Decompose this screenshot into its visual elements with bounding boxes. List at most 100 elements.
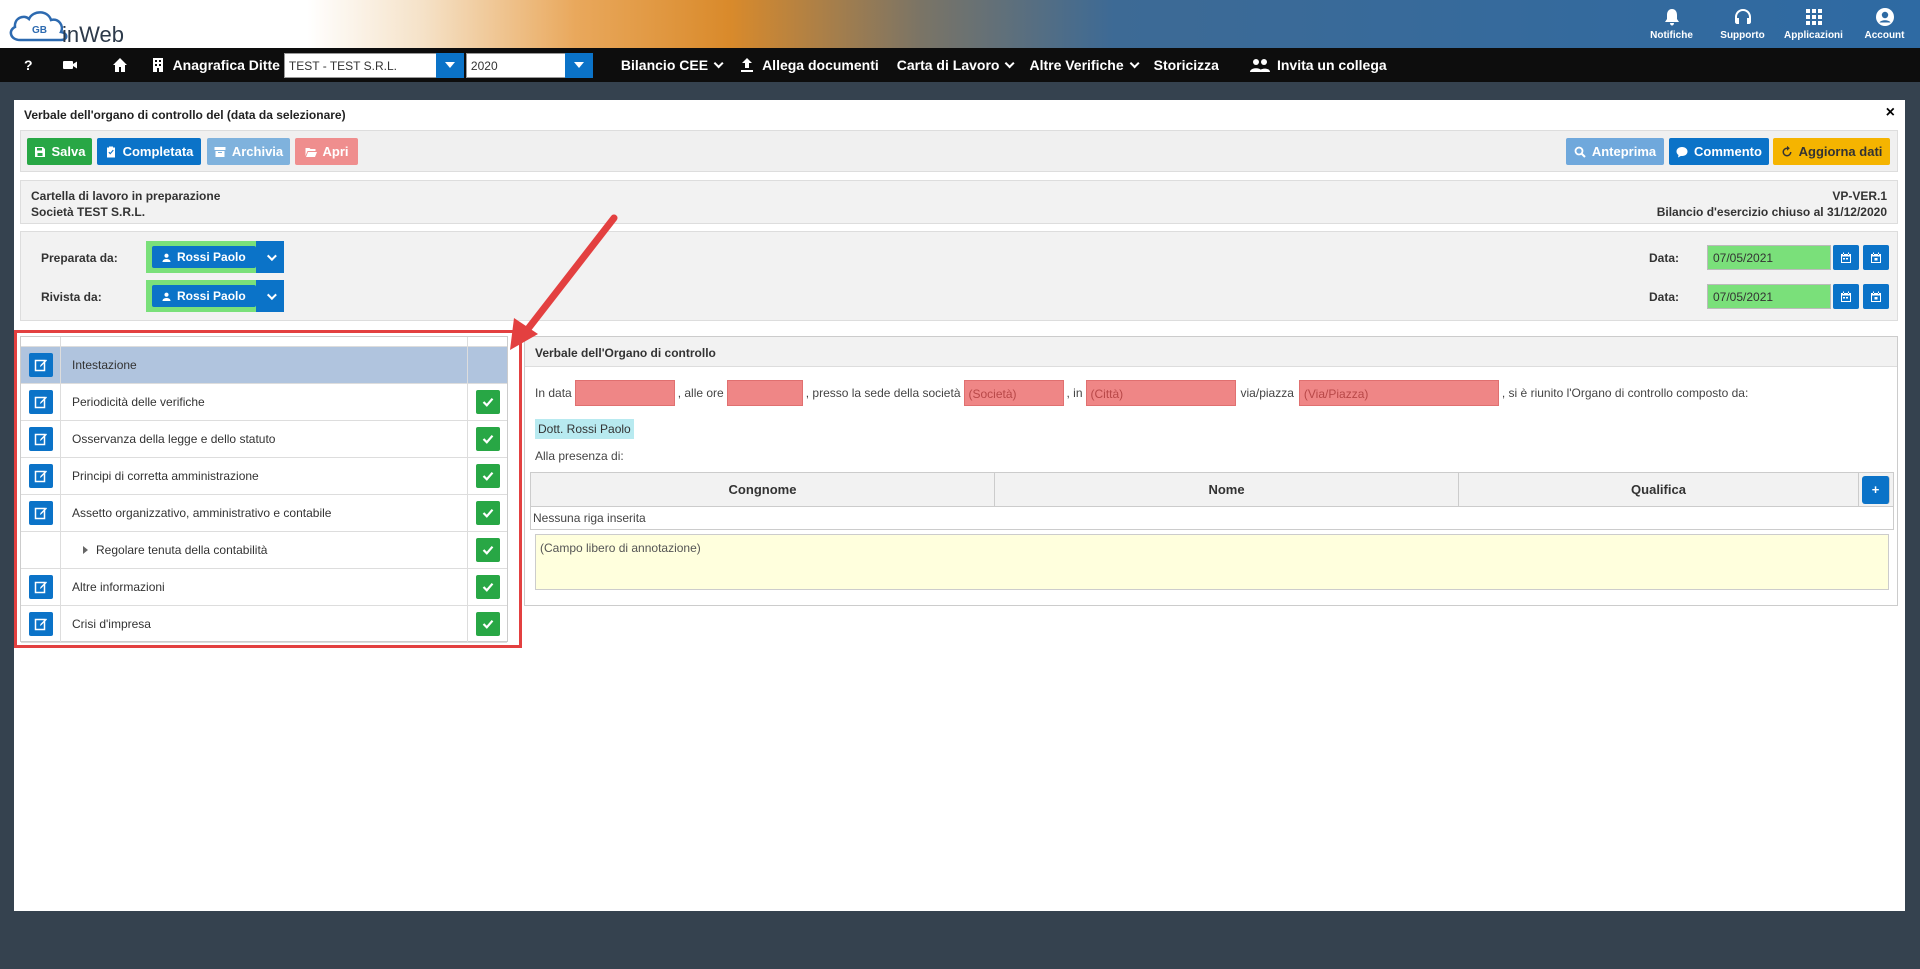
data-preparata-input[interactable]: 07/05/2021 [1707,245,1831,270]
section-row[interactable]: Intestazione [21,347,507,384]
carta-di-lavoro-menu[interactable]: Carta di Lavoro [896,57,1016,73]
allega-documenti-menu[interactable]: Allega documenti [738,56,879,74]
section-row[interactable]: Principi di corretta amministrazione [21,458,507,495]
company-select-toggle[interactable] [435,52,464,78]
user-icon [162,253,171,262]
save-icon [34,146,45,157]
altre-verifiche-menu[interactable]: Altre Verifiche [1029,57,1140,73]
anteprima-button[interactable]: Anteprima [1566,138,1664,165]
rivista-chip: Rossi Paolo [152,285,256,307]
account-button[interactable]: Account [1849,0,1920,48]
help-button[interactable]: ? [24,57,33,73]
societa-field[interactable]: (Società) [963,380,1064,406]
chevron-down-icon [1005,57,1016,68]
cartella-status: Cartella di lavoro in preparazione [31,189,221,203]
supporto-label: Supporto [1720,30,1765,41]
salva-button[interactable]: Salva [27,138,92,165]
calendar-button[interactable] [1833,284,1859,309]
grid-icon [1805,9,1822,25]
applicazioni-label: Applicazioni [1784,30,1843,41]
chevron-down-icon [1129,57,1140,68]
via-text: via/piazza [1240,386,1294,400]
empty-row-message: Nessuna riga inserita [533,511,646,525]
user-circle-icon [1875,8,1894,26]
citta-field[interactable]: (Città) [1085,380,1236,406]
calendar-today-button[interactable] [1863,284,1889,309]
storicizza-menu[interactable]: Storicizza [1154,57,1219,73]
logo[interactable]: GB inWeb [4,4,144,47]
notes-field[interactable]: (Campo libero di annotazione) [535,534,1889,590]
rivista-select[interactable]: Rossi Paolo [146,280,284,312]
caret-right-icon[interactable] [83,546,88,554]
rivista-label: Rivista da: [41,290,102,304]
rivista-toggle[interactable] [256,280,284,312]
supporto-button[interactable]: Supporto [1707,0,1778,48]
col-qualifica: Qualifica [1459,473,1859,506]
via-field[interactable]: (Via/Piazza) [1298,380,1499,406]
video-button[interactable] [61,56,85,74]
aggiorna-dati-button[interactable]: Aggiorna dati [1773,138,1890,165]
edit-icon[interactable] [28,612,53,636]
year-select[interactable]: 2020 [465,52,593,78]
apri-button[interactable]: Apri [295,138,358,165]
check-icon [475,575,500,599]
section-row[interactable]: Crisi d'impresa [21,606,507,643]
ora-field[interactable] [726,380,803,406]
calendar-check-icon [1871,291,1881,302]
salva-label: Salva [51,144,86,159]
archivia-button[interactable]: Archivia [207,138,290,165]
year-select-toggle[interactable] [564,52,593,78]
commento-button[interactable]: Commento [1669,138,1769,165]
edit-icon[interactable] [28,427,53,451]
calendar-today-button[interactable] [1863,245,1889,270]
section-row[interactable]: Periodicità delle verifiche [21,384,507,421]
completata-button[interactable]: Completata [97,138,201,165]
anagrafica-ditte-menu[interactable]: Anagrafica Ditte [149,56,280,74]
edit-icon[interactable] [28,501,53,525]
add-row-button[interactable]: + [1862,475,1890,504]
company-select-value: TEST - TEST S.R.L. [283,52,436,78]
preparata-select[interactable]: Rossi Paolo [146,241,284,273]
data-rivista-input[interactable]: 07/05/2021 [1707,284,1831,309]
home-button[interactable] [111,56,135,74]
document-code: VP-VER.1 [1832,189,1887,203]
section-row[interactable]: Osservanza della legge e dello statuto [21,421,507,458]
edit-icon[interactable] [28,353,53,377]
bell-icon [1664,9,1679,26]
calendar-icon [1841,252,1851,263]
col-nome: Nome [995,473,1459,506]
alle-ore-text: , alle ore [677,386,724,400]
building-icon [149,56,167,74]
home-icon [111,56,129,74]
caret-down-icon [573,62,584,68]
close-button[interactable]: × [1886,104,1895,122]
section-row[interactable]: Assetto organizzativo, amministrativo e … [21,495,507,532]
notifiche-button[interactable]: Notifiche [1636,0,1707,48]
clipboard-check-icon [106,146,115,157]
year-select-value: 2020 [465,52,565,78]
verbale-intro-line: In data , alle ore , presso la sede dell… [535,380,1748,406]
section-label: Principi di corretta amministrazione [72,469,259,483]
apri-label: Apri [322,144,349,159]
invita-collega-menu[interactable]: Invita un collega [1249,56,1387,74]
section-label: Periodicità delle verifiche [72,395,205,409]
carta-label: Carta di Lavoro [896,57,1000,73]
applicazioni-button[interactable]: Applicazioni [1778,0,1849,48]
section-row[interactable]: Regolare tenuta della contabilità [21,532,507,569]
section-row[interactable]: Altre informazioni [21,569,507,606]
preparata-value: Rossi Paolo [177,250,246,264]
calendar-button[interactable] [1833,245,1859,270]
data-field[interactable] [574,380,675,406]
work-info-box: Cartella di lavoro in preparazione Socie… [20,180,1898,224]
company-select[interactable]: TEST - TEST S.R.L. [283,52,464,78]
verbale-content-panel: Verbale dell'Organo di controllo In data… [524,336,1898,606]
edit-icon[interactable] [28,390,53,414]
member-name[interactable]: Dott. Rossi Paolo [535,419,634,439]
check-icon [475,390,500,414]
upload-icon [738,56,756,74]
edit-icon[interactable] [28,464,53,488]
bilancio-cee-menu[interactable]: Bilancio CEE [621,57,724,73]
data-label-2: Data: [1649,290,1680,304]
preparata-toggle[interactable] [256,241,284,273]
edit-icon[interactable] [28,575,53,599]
